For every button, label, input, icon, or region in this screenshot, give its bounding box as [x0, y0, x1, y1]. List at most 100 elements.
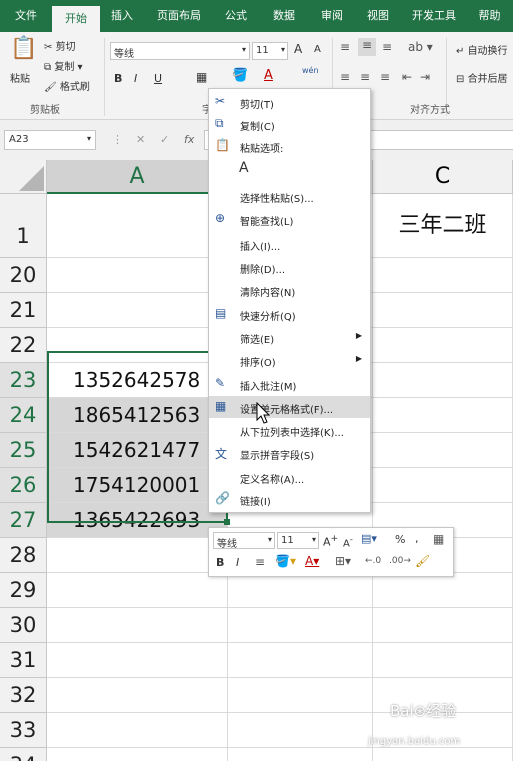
align-center-icon[interactable]: ≡ [360, 70, 370, 84]
cell-b[interactable] [228, 608, 373, 643]
tab-formulas[interactable]: 公式 [214, 0, 258, 32]
row-header[interactable]: 24 [0, 398, 47, 433]
cell-b[interactable] [228, 573, 373, 608]
cell-a[interactable] [47, 258, 228, 293]
decrease-decimal-icon[interactable]: .00→ [389, 556, 411, 566]
context-menu-item[interactable]: A [209, 157, 370, 183]
font-size-select[interactable]: 11 ▾ [252, 42, 288, 60]
row-header[interactable]: 30 [0, 608, 47, 643]
row-header[interactable]: 20 [0, 258, 47, 293]
wrap-text-button[interactable]: ↵ 自动换行 [456, 42, 508, 57]
tab-page-layout[interactable]: 页面布局 [144, 0, 214, 32]
phonetic-icon[interactable]: wén [302, 66, 319, 75]
increase-decimal-icon[interactable]: ←.0 [365, 556, 381, 566]
mini-grow-font-button[interactable]: A+ [323, 533, 338, 549]
cell-a[interactable] [47, 748, 228, 761]
cell-c[interactable] [373, 643, 513, 678]
select-all-corner[interactable] [0, 160, 47, 194]
cell-c[interactable] [373, 748, 513, 761]
cell-b[interactable] [228, 748, 373, 761]
context-menu-item[interactable]: 文 显示拼音字段(S) [209, 442, 370, 464]
cell-a[interactable] [47, 573, 228, 608]
increase-indent-icon[interactable]: ⇥ [420, 70, 430, 84]
cell-c[interactable] [373, 608, 513, 643]
column-header-c[interactable]: C [373, 160, 513, 194]
format-painter-button[interactable]: 🖌 格式刷 [44, 78, 90, 93]
row-header[interactable]: 21 [0, 293, 47, 328]
cell-c[interactable]: 三年二班 [373, 194, 513, 258]
context-menu-item[interactable]: 排序(O) ▶ [209, 349, 370, 371]
cell-b[interactable] [228, 643, 373, 678]
row-header[interactable]: 33 [0, 713, 47, 748]
mini-font-color-icon[interactable]: A▾ [305, 554, 319, 568]
cell-c[interactable] [373, 293, 513, 328]
row-header[interactable]: 28 [0, 538, 47, 573]
context-menu-item[interactable]: ✂ 剪切(T) [209, 91, 370, 113]
merge-center-button[interactable]: ⊟ 合并后居 [456, 70, 508, 85]
underline-button[interactable]: U [154, 72, 162, 85]
row-header[interactable]: 26 [0, 468, 47, 503]
cell-c[interactable] [373, 398, 513, 433]
enter-icon[interactable]: ✓ [160, 133, 169, 146]
context-menu-item[interactable]: ⊕ 智能查找(L) [209, 208, 370, 230]
mini-bold-button[interactable]: B [216, 556, 224, 569]
cell-a[interactable]: 1865412563 [47, 398, 228, 433]
cell-a[interactable] [47, 194, 228, 258]
context-menu-item[interactable]: 删除(D)... [209, 256, 370, 278]
align-left-icon[interactable]: ≡ [340, 70, 350, 84]
context-menu-item[interactable]: 定义名称(A)... [209, 466, 370, 488]
cancel-icon[interactable]: ✕ [136, 133, 145, 146]
tab-data[interactable]: 数据 [258, 0, 310, 32]
cell-c[interactable] [373, 363, 513, 398]
align-middle-icon[interactable]: ≡ [358, 38, 376, 56]
tab-help[interactable]: 帮助 [466, 0, 513, 32]
align-bottom-icon[interactable]: ≡ [382, 40, 392, 54]
cell-c[interactable] [373, 468, 513, 503]
cell-a[interactable] [47, 713, 228, 748]
mini-italic-button[interactable]: I [236, 556, 239, 569]
align-right-icon[interactable]: ≡ [380, 70, 390, 84]
mini-align-icon[interactable]: ≡ [255, 555, 265, 569]
cell-a[interactable] [47, 538, 228, 573]
font-name-select[interactable]: 等线 ▾ [110, 42, 250, 60]
context-menu-item[interactable]: ✎ 插入批注(M) [209, 373, 370, 395]
comma-button[interactable]: , [415, 532, 419, 545]
align-top-icon[interactable]: ≡ [340, 40, 350, 54]
percent-button[interactable]: % [395, 533, 405, 546]
row-header[interactable]: 29 [0, 573, 47, 608]
context-menu-item[interactable]: 📋 粘贴选项: [209, 135, 370, 157]
cell-a[interactable] [47, 643, 228, 678]
cell-b[interactable] [228, 713, 373, 748]
increase-font-button[interactable]: A [294, 42, 302, 56]
mini-shrink-font-button[interactable]: A- [343, 534, 353, 549]
italic-button[interactable]: I [134, 72, 137, 85]
fill-handle[interactable] [224, 519, 230, 525]
row-header[interactable]: 25 [0, 433, 47, 468]
row-header[interactable]: 23 [0, 363, 47, 398]
function-icon[interactable]: fx [184, 133, 194, 146]
context-menu-item[interactable]: 从下拉列表中选择(K)... [209, 419, 370, 441]
decrease-font-button[interactable]: A [314, 44, 321, 55]
cell-c[interactable] [373, 258, 513, 293]
fill-color-icon[interactable]: 🪣 [232, 68, 248, 83]
mini-borders-icon[interactable]: ⊞▾ [335, 554, 351, 568]
context-menu-item[interactable]: 筛选(E) ▶ [209, 326, 370, 348]
bold-button[interactable]: B [114, 72, 122, 85]
context-menu-item[interactable]: ▤ 快速分析(Q) [209, 303, 370, 325]
cell-a[interactable]: 1365422693 [47, 503, 228, 538]
row-header[interactable]: 31 [0, 643, 47, 678]
tab-review[interactable]: 审阅 [310, 0, 354, 32]
row-header[interactable]: 34 [0, 748, 47, 761]
row-header[interactable]: 27 [0, 503, 47, 538]
cell-a[interactable] [47, 678, 228, 713]
tab-file[interactable]: 文件 [0, 0, 52, 32]
row-header[interactable]: 22 [0, 328, 47, 363]
mini-size-select[interactable]: 11 ▾ [277, 532, 319, 549]
paste-icon[interactable]: 📋 [10, 36, 37, 61]
tab-home[interactable]: 开始 [52, 6, 100, 32]
tab-developer[interactable]: 开发工具 [402, 0, 466, 32]
context-menu-item[interactable]: ▦ 设置单元格格式(F)... [209, 396, 370, 418]
context-menu-item[interactable]: ⧉ 复制(C) [209, 113, 370, 135]
font-color-icon[interactable]: A [264, 68, 273, 83]
name-box[interactable]: A23 ▾ [4, 130, 96, 150]
